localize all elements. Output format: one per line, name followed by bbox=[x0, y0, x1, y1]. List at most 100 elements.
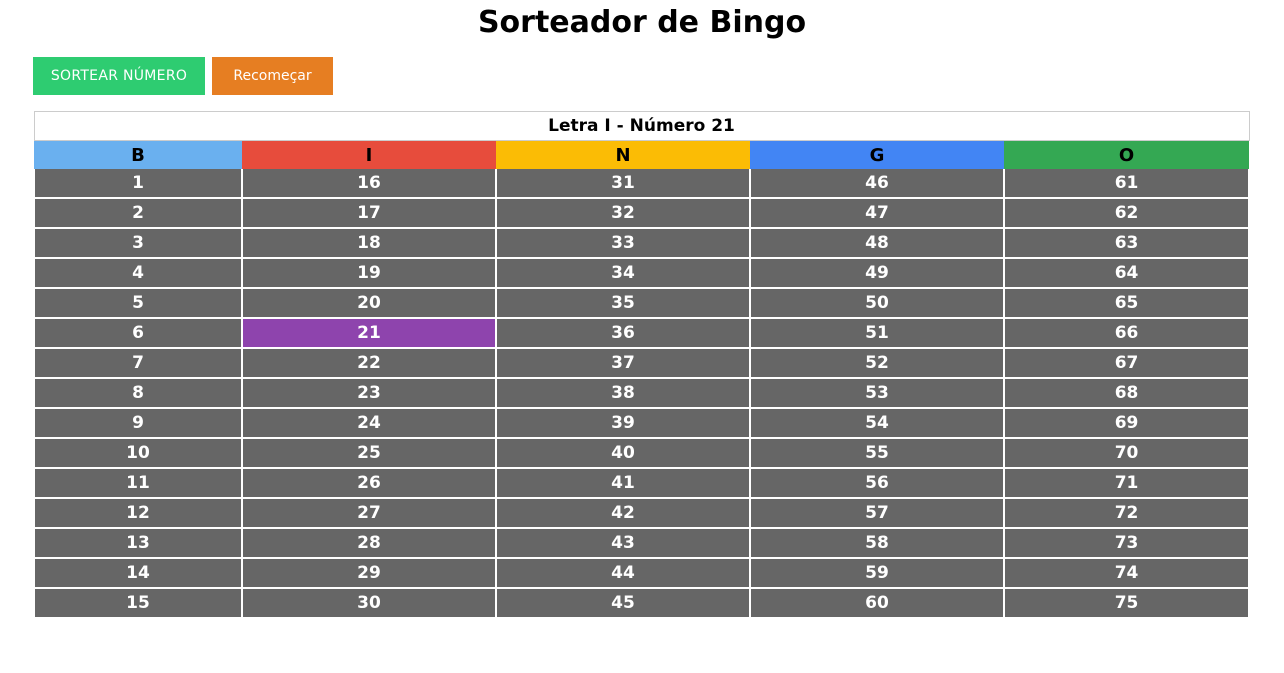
number-cell: 68 bbox=[1002, 378, 1251, 409]
number-cell: 45 bbox=[495, 588, 751, 619]
number-cell: 3 bbox=[33, 228, 243, 259]
page-title: Sorteador de Bingo bbox=[477, 5, 807, 40]
draw-status: Letra I - Número 21 bbox=[33, 111, 1250, 141]
number-cell: 8 bbox=[33, 378, 243, 409]
number-cell: 54 bbox=[749, 408, 1005, 439]
number-cell: 14 bbox=[33, 558, 243, 589]
number-cell: 18 bbox=[241, 228, 497, 259]
number-cell: 46 bbox=[749, 169, 1005, 199]
letter-header-row: BINGO bbox=[34, 140, 1250, 169]
number-cell: 47 bbox=[749, 198, 1005, 229]
number-cell: 64 bbox=[1002, 258, 1251, 289]
number-cell: 36 bbox=[495, 318, 751, 349]
number-cell: 31 bbox=[495, 169, 751, 199]
number-cell: 57 bbox=[749, 498, 1005, 529]
number-cell: 15 bbox=[33, 588, 243, 619]
board-row: 12 27 42 57 72 bbox=[33, 498, 1251, 529]
number-cell: 19 bbox=[241, 258, 497, 289]
number-cell: 59 bbox=[749, 558, 1005, 589]
number-cell: 17 bbox=[241, 198, 497, 229]
draw-number-button[interactable]: SORTEAR NÚMERO bbox=[33, 57, 205, 95]
number-cell: 38 bbox=[495, 378, 751, 409]
number-cell: 29 bbox=[241, 558, 497, 589]
board-row: 13 28 43 58 73 bbox=[33, 528, 1251, 559]
number-cell: 50 bbox=[749, 288, 1005, 319]
number-cell: 69 bbox=[1002, 408, 1251, 439]
number-cell: 10 bbox=[33, 438, 243, 469]
number-cell: 62 bbox=[1002, 198, 1251, 229]
number-cell: 11 bbox=[33, 468, 243, 499]
number-cell: 65 bbox=[1002, 288, 1251, 319]
board-row: 5 20 35 50 65 bbox=[33, 288, 1251, 319]
number-cell: 32 bbox=[495, 198, 751, 229]
number-cell: 33 bbox=[495, 228, 751, 259]
number-cell: 55 bbox=[749, 438, 1005, 469]
number-cell: 39 bbox=[495, 408, 751, 439]
restart-button[interactable]: Recomeçar bbox=[212, 57, 333, 95]
number-cell: 21 bbox=[241, 318, 497, 349]
board-row: 4 19 34 49 64 bbox=[33, 258, 1251, 289]
number-cell: 2 bbox=[33, 198, 243, 229]
number-cell: 61 bbox=[1002, 169, 1251, 199]
number-cell: 44 bbox=[495, 558, 751, 589]
board-row: 15 30 45 60 75 bbox=[33, 588, 1251, 619]
board-row: 7 22 37 52 67 bbox=[33, 348, 1251, 379]
number-cell: 28 bbox=[241, 528, 497, 559]
number-cell: 72 bbox=[1002, 498, 1251, 529]
number-cell: 26 bbox=[241, 468, 497, 499]
number-cell: 40 bbox=[495, 438, 751, 469]
number-cell: 73 bbox=[1002, 528, 1251, 559]
number-cell: 9 bbox=[33, 408, 243, 439]
number-cell: 49 bbox=[749, 258, 1005, 289]
number-cell: 53 bbox=[749, 378, 1005, 409]
column-header-o: O bbox=[1004, 140, 1250, 169]
column-header-b: B bbox=[34, 140, 242, 169]
number-cell: 30 bbox=[241, 588, 497, 619]
number-cell: 5 bbox=[33, 288, 243, 319]
number-cell: 51 bbox=[749, 318, 1005, 349]
number-cell: 41 bbox=[495, 468, 751, 499]
board-row: 9 24 39 54 69 bbox=[33, 408, 1251, 439]
number-cell: 75 bbox=[1002, 588, 1251, 619]
number-cell: 37 bbox=[495, 348, 751, 379]
number-cell: 43 bbox=[495, 528, 751, 559]
number-cell: 63 bbox=[1002, 228, 1251, 259]
number-cell: 23 bbox=[241, 378, 497, 409]
number-cell: 48 bbox=[749, 228, 1005, 259]
board-row: 3 18 33 48 63 bbox=[33, 228, 1251, 259]
number-cell: 1 bbox=[33, 169, 243, 199]
number-cell: 25 bbox=[241, 438, 497, 469]
column-header-g: G bbox=[750, 140, 1004, 169]
board-row: 6 21 36 51 66 bbox=[33, 318, 1251, 349]
number-cell: 74 bbox=[1002, 558, 1251, 589]
column-header-i: I bbox=[242, 140, 496, 169]
number-cell: 70 bbox=[1002, 438, 1251, 469]
number-cell: 12 bbox=[33, 498, 243, 529]
board-row: 11 26 41 56 71 bbox=[33, 468, 1251, 499]
number-cell: 7 bbox=[33, 348, 243, 379]
number-cell: 4 bbox=[33, 258, 243, 289]
number-cell: 58 bbox=[749, 528, 1005, 559]
number-cell: 22 bbox=[241, 348, 497, 379]
number-cell: 6 bbox=[33, 318, 243, 349]
board-body: 1 16 31 46 61 2 17 32 47 62 3 18 33 48 63 4 19 34 49 64 5 20 3… bbox=[33, 169, 1251, 619]
number-cell: 71 bbox=[1002, 468, 1251, 499]
page: Sorteador de Bingo SORTEAR NÚMERO Recome… bbox=[0, 0, 1284, 673]
number-cell: 34 bbox=[495, 258, 751, 289]
number-cell: 35 bbox=[495, 288, 751, 319]
number-cell: 16 bbox=[241, 169, 497, 199]
number-cell: 60 bbox=[749, 588, 1005, 619]
board-row: 8 23 38 53 68 bbox=[33, 378, 1251, 409]
number-cell: 66 bbox=[1002, 318, 1251, 349]
number-cell: 24 bbox=[241, 408, 497, 439]
number-cell: 42 bbox=[495, 498, 751, 529]
board-row: 14 29 44 59 74 bbox=[33, 558, 1251, 589]
board-row: 2 17 32 47 62 bbox=[33, 198, 1251, 229]
bingo-board: Letra I - Número 21 BINGO 1 16 31 46 61 2 17 32… bbox=[33, 111, 1251, 619]
number-cell: 13 bbox=[33, 528, 243, 559]
number-cell: 56 bbox=[749, 468, 1005, 499]
board-row: 10 25 40 55 70 bbox=[33, 438, 1251, 469]
board-row: 1 16 31 46 61 bbox=[33, 169, 1251, 199]
number-cell: 52 bbox=[749, 348, 1005, 379]
column-header-n: N bbox=[496, 140, 750, 169]
